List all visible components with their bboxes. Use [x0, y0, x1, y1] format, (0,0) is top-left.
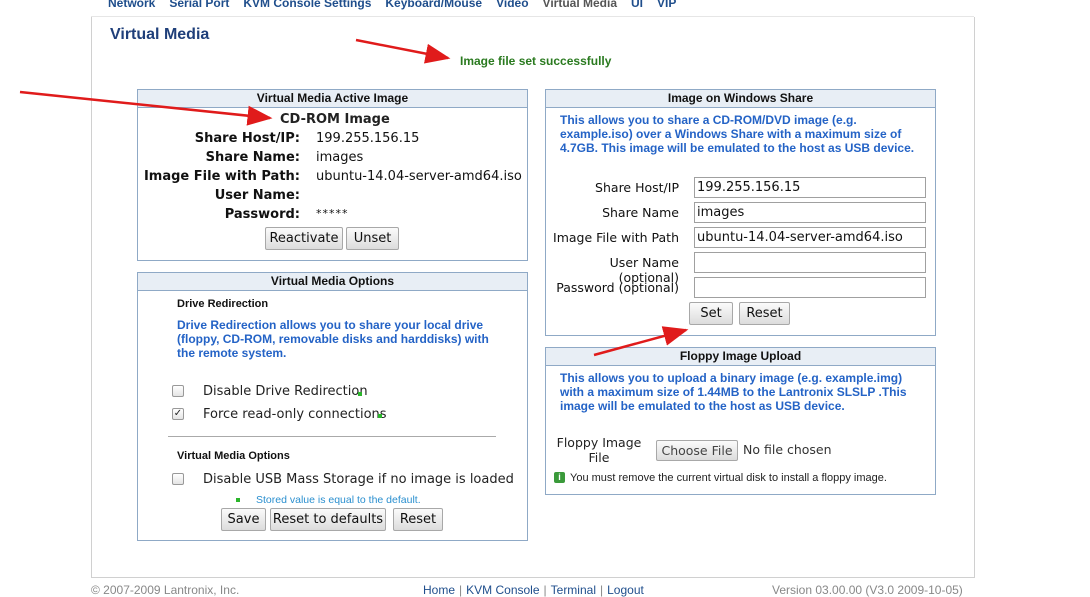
arrow-to-set-button [593, 326, 689, 357]
annotation-arrows [19, 38, 689, 357]
arrow-to-cdrom-image [19, 90, 273, 126]
arrow-to-status [355, 38, 451, 64]
